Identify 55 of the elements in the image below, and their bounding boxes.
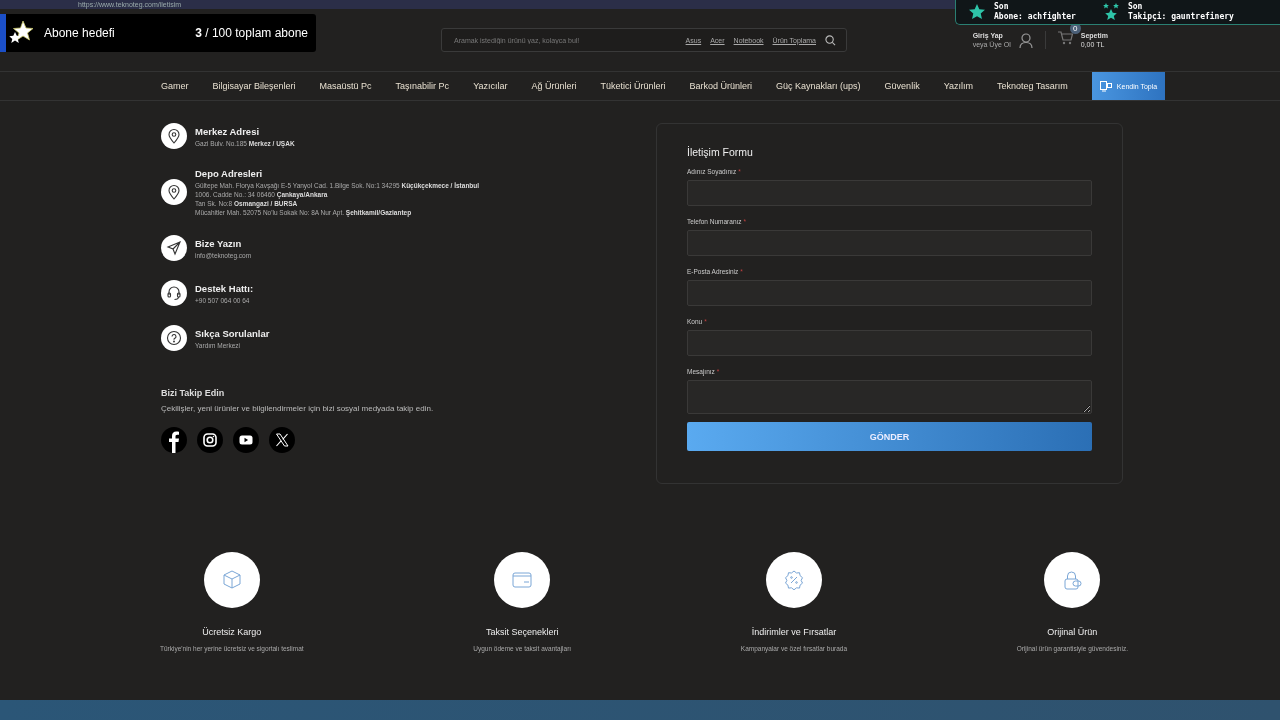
star-icon (968, 3, 986, 21)
message-field[interactable] (687, 380, 1092, 414)
nav-link[interactable]: Tüketici Ürünleri (600, 72, 666, 100)
wallet-icon (494, 552, 551, 608)
user-icon[interactable] (1018, 32, 1033, 48)
input-field[interactable] (687, 180, 1092, 206)
contact-title: Destek Hattı: (195, 282, 254, 294)
instagram-icon[interactable] (197, 427, 223, 453)
contact-title: Depo Adresleri (195, 168, 264, 179)
location-pin-icon (161, 123, 187, 149)
input-field[interactable] (687, 280, 1092, 306)
nav-link[interactable]: Ağ Ürünleri (531, 72, 577, 100)
lock-icon (1044, 552, 1101, 608)
recent-label: Son (994, 2, 1010, 12)
input-field[interactable] (687, 230, 1092, 256)
nav-link[interactable]: Teknoteg Tasarım (996, 72, 1068, 100)
headset-icon (161, 280, 187, 306)
feature-title: İndirimler ve Fırsatlar (751, 627, 837, 637)
contact-title: Bize Yazın (195, 237, 243, 249)
youtube-icon[interactable] (233, 427, 259, 453)
form-title: İletişim Formu (687, 146, 754, 158)
x-logo-icon[interactable] (269, 427, 295, 453)
nav-link[interactable]: Güvenlik (884, 72, 920, 100)
recent-name: Takipçi: gauntrefinery (1127, 12, 1234, 22)
cart-icon[interactable] (1057, 31, 1073, 45)
question-icon (161, 325, 187, 351)
computer-icon (1099, 80, 1112, 92)
goal-label: Abone hedefi (44, 26, 115, 40)
nav-link[interactable]: Gamer (161, 72, 189, 100)
location-pin-icon (161, 179, 187, 205)
stars-icon (1101, 3, 1120, 21)
search-icon[interactable] (825, 34, 836, 46)
recent-label: Son (1127, 2, 1144, 11)
recent-name: Abone: achfighter (994, 12, 1076, 22)
social-description: Çekilişler, yeni ürünler ve bilgilendirmeler için bizi sosyal medyada takip edin. (161, 404, 435, 413)
nav-link[interactable]: Taşınabilir Pc (395, 72, 450, 100)
facebook-icon[interactable] (161, 427, 187, 453)
contact-title: Sıkça Sorulanlar (195, 327, 270, 339)
nav-link[interactable]: Güç Kaynakları (ups) (776, 72, 861, 100)
goal-count: 3 / 100 toplam abone (195, 26, 308, 40)
feature-title: Orijinal Ürün (1047, 627, 1098, 637)
contact-title: Merkez Adresi (195, 125, 261, 137)
feature-title: Taksit Seçenekleri (485, 627, 559, 637)
social-heading: Bizi Takip Edin (161, 388, 226, 398)
nav-link[interactable]: Bilgisayar Bileşenleri (212, 72, 296, 100)
nav-link[interactable]: Yazılım (943, 72, 973, 100)
paper-plane-icon (161, 235, 187, 261)
nav-link[interactable]: Barkod Ürünleri (689, 72, 753, 100)
feature-title: Ücretsiz Kargo (202, 627, 262, 637)
input-field[interactable] (687, 330, 1092, 356)
stars-icon (8, 20, 34, 46)
nav-link[interactable]: Masaüstü Pc (319, 72, 372, 100)
discount-badge-icon (765, 552, 822, 608)
nav-link[interactable]: Yazıcılar (473, 72, 508, 100)
box-icon (203, 552, 260, 608)
